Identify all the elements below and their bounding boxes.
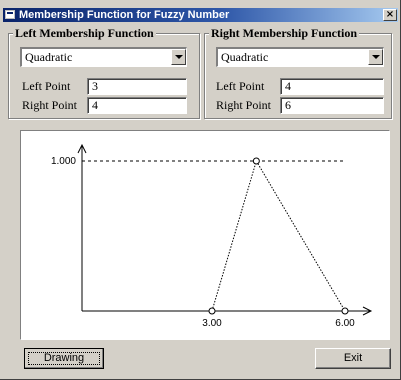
membership-segment — [255, 160, 346, 312]
chevron-down-icon[interactable] — [171, 49, 186, 65]
left-membership-group: Left Membership Function Quadratic Left … — [8, 26, 200, 119]
left-function-value: Quadratic — [25, 50, 73, 64]
right-left-point-input[interactable]: 4 — [280, 78, 384, 95]
membership-plot-area: 1.000 3.00 6.00 — [20, 130, 390, 340]
right-membership-group: Right Membership Function Quadratic Left… — [204, 26, 392, 119]
membership-point — [208, 307, 216, 315]
right-left-point-label: Left Point — [216, 79, 265, 93]
membership-point — [341, 307, 349, 315]
membership-function-window: Membership Function for Fuzzy Number × L… — [0, 0, 401, 380]
membership-segment — [211, 160, 257, 312]
left-right-point-input[interactable]: 4 — [87, 97, 187, 114]
y-tick-label: 1.000 — [51, 156, 76, 167]
left-left-point-input[interactable]: 3 — [87, 78, 187, 95]
x-tick-label: 3.00 — [202, 318, 222, 329]
x-tick-label: 6.00 — [335, 318, 355, 329]
right-right-point-input[interactable]: 6 — [280, 97, 384, 114]
title-bar[interactable]: Membership Function for Fuzzy Number × — [3, 8, 398, 22]
right-function-select[interactable]: Quadratic — [216, 47, 384, 67]
window-title: Membership Function for Fuzzy Number — [19, 9, 230, 21]
left-function-select[interactable]: Quadratic — [20, 47, 187, 67]
right-right-point-label: Right Point — [216, 98, 272, 112]
drawing-button[interactable]: Drawing — [24, 348, 104, 369]
right-group-title: Right Membership Function — [209, 26, 360, 40]
membership-chart: 1.000 3.00 6.00 — [51, 143, 373, 329]
left-left-point-label: Left Point — [22, 79, 71, 93]
membership-point — [252, 157, 260, 165]
left-right-point-label: Right Point — [22, 98, 78, 112]
right-function-value: Quadratic — [221, 50, 269, 64]
app-window-icon — [5, 10, 15, 19]
exit-button[interactable]: Exit — [315, 348, 391, 369]
close-button[interactable]: × — [383, 9, 397, 21]
left-group-title: Left Membership Function — [13, 26, 156, 40]
exit-button-label: Exit — [343, 352, 363, 364]
focus-rectangle — [28, 352, 100, 365]
chevron-down-icon[interactable] — [368, 49, 383, 65]
